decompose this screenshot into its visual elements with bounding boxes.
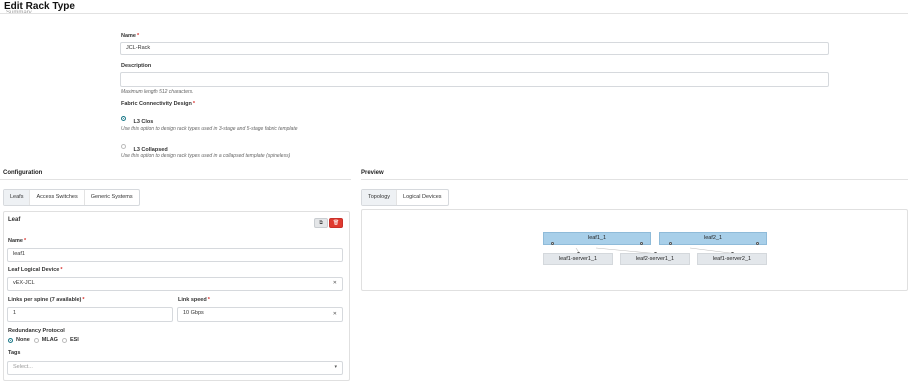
link-speed-label: Link speed* bbox=[178, 297, 210, 303]
links-per-spine-label: Links per spine (7 available)* bbox=[8, 297, 85, 303]
leaf-device-label: Leaf Logical Device* bbox=[8, 267, 63, 273]
option-l3-collapsed-help: Use this option to design rack types use… bbox=[121, 153, 291, 159]
trash-icon: 🗑 bbox=[332, 220, 340, 226]
clear-icon[interactable]: ✕ bbox=[333, 278, 337, 289]
tags-select[interactable]: Select... ▾ bbox=[7, 361, 343, 375]
radio-none[interactable] bbox=[8, 337, 13, 343]
tab-logical-devices[interactable]: Logical Devices bbox=[397, 190, 448, 205]
port-icon bbox=[551, 242, 554, 245]
copy-icon: ⧉ bbox=[319, 220, 323, 226]
tags-label: Tags bbox=[8, 350, 21, 356]
tab-leafs[interactable]: Leafs bbox=[4, 190, 31, 205]
server-node[interactable]: leaf2-server1_1 bbox=[620, 253, 690, 265]
redundancy-none-label: None bbox=[16, 337, 30, 343]
radio-mlag[interactable] bbox=[33, 337, 39, 343]
redundancy-label: Redundancy Protocol bbox=[8, 328, 65, 334]
port-icon bbox=[669, 242, 672, 245]
name-input[interactable]: JCL-Rack bbox=[120, 42, 829, 55]
leaf-panel-header: Leaf bbox=[8, 217, 21, 223]
leaf-node[interactable]: leaf2_1 bbox=[659, 232, 767, 245]
links-per-spine-input[interactable]: 1 bbox=[7, 307, 173, 322]
port-icon bbox=[640, 242, 643, 245]
leaf-name-input[interactable]: leaf1 bbox=[7, 248, 343, 262]
port-icon bbox=[756, 242, 759, 245]
delete-leaf-button[interactable]: 🗑 bbox=[329, 218, 343, 228]
configuration-divider bbox=[0, 179, 351, 180]
description-help: Maximum length 512 characters. bbox=[121, 89, 194, 95]
preview-title: Preview bbox=[361, 170, 384, 176]
leaf-node[interactable]: leaf1_1 bbox=[543, 232, 651, 245]
clone-leaf-button[interactable]: ⧉ bbox=[314, 218, 328, 228]
radio-l3-clos[interactable] bbox=[121, 116, 126, 122]
tab-access-switches[interactable]: Access Switches bbox=[30, 190, 85, 205]
leaf-name-label: Name* bbox=[8, 238, 27, 244]
tags-placeholder: Select... bbox=[13, 364, 33, 370]
radio-esi[interactable] bbox=[61, 337, 67, 343]
leaf-device-select[interactable]: vEX-JCL ✕ bbox=[7, 277, 343, 291]
server-node[interactable]: leaf1-server2_1 bbox=[697, 253, 767, 265]
preview-tabs: Topology Logical Devices bbox=[361, 189, 449, 206]
link-speed-value: 10 Gbps bbox=[183, 310, 204, 316]
tab-topology[interactable]: Topology bbox=[362, 190, 398, 205]
redundancy-options: None MLAG ESI bbox=[8, 337, 83, 343]
leaf-panel-actions: ⧉ 🗑 bbox=[314, 218, 343, 228]
server-node[interactable]: leaf1-server1_1 bbox=[543, 253, 613, 265]
radio-l3-collapsed[interactable] bbox=[121, 144, 126, 150]
leaf-panel bbox=[3, 211, 350, 381]
fabric-design-label: Fabric Connectivity Design* bbox=[121, 101, 196, 107]
redundancy-esi-label: ESI bbox=[69, 337, 79, 343]
chevron-down-icon: ▾ bbox=[334, 364, 337, 370]
configuration-title: Configuration bbox=[3, 170, 43, 176]
header-divider bbox=[0, 13, 908, 14]
name-label: Name* bbox=[121, 33, 140, 39]
description-input[interactable] bbox=[120, 72, 829, 87]
option-l3-clos-help: Use this option to design rack types use… bbox=[121, 126, 298, 132]
option-l3-clos-label: L3 Clos bbox=[133, 119, 154, 125]
preview-divider bbox=[361, 179, 908, 180]
tab-generic-systems[interactable]: Generic Systems bbox=[85, 190, 139, 205]
clear-icon[interactable]: ✕ bbox=[333, 309, 337, 320]
redundancy-mlag-label: MLAG bbox=[41, 337, 58, 343]
leaf-device-value: vEX-JCL bbox=[13, 280, 35, 286]
link-speed-select[interactable]: 10 Gbps ✕ bbox=[177, 307, 343, 322]
configuration-tabs: Leafs Access Switches Generic Systems bbox=[3, 189, 140, 206]
description-label: Description bbox=[121, 63, 152, 69]
